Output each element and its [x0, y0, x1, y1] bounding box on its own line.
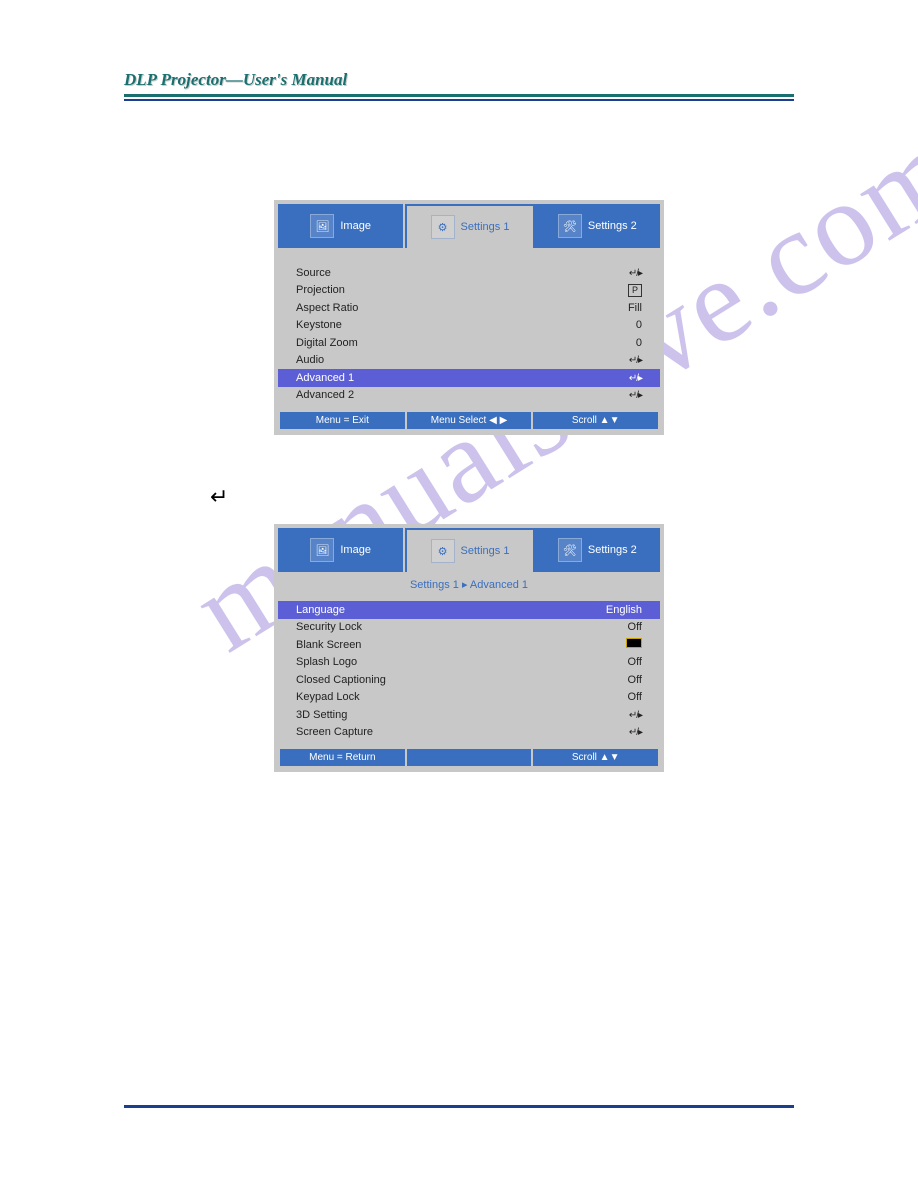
tab-settings1[interactable]: ⚙ Settings 1	[405, 528, 534, 572]
nav-menu-select[interactable]: Menu Select ◀ ▶	[407, 412, 532, 429]
menu-row-value: Off	[628, 621, 642, 633]
menu-row[interactable]: Digital Zoom 0	[278, 334, 660, 352]
menu-row[interactable]: Audio	[278, 352, 660, 370]
menu-row-value	[629, 372, 642, 384]
menu-row-label: Audio	[296, 354, 324, 366]
menu-row-label: Blank Screen	[296, 639, 361, 651]
tab-label: Image	[340, 220, 371, 232]
menu-row-value: 0	[636, 337, 642, 349]
menu-row[interactable]: Aspect Ratio Fill	[278, 299, 660, 317]
tab-settings1[interactable]: ⚙ Settings 1	[405, 204, 534, 248]
osd2-menu-list: Language English Security Lock Off Blank Scr…	[278, 595, 660, 749]
menu-row-value: Fill	[628, 302, 642, 314]
menu-row-label: Splash Logo	[296, 656, 357, 668]
tab-image[interactable]: 🖼 Image	[278, 204, 405, 248]
menu-row[interactable]: 3D Setting	[278, 706, 660, 724]
tab-label: Settings 1	[461, 545, 510, 557]
page-title: DLP Projector—User's Manual	[124, 70, 794, 94]
gear-icon: ⚙	[431, 539, 455, 563]
enter-arrow-icon: ↵	[210, 484, 228, 510]
image-icon: 🖼	[310, 538, 334, 562]
menu-row-label: Screen Capture	[296, 726, 373, 738]
menu-row[interactable]: Splash Logo Off	[278, 654, 660, 672]
menu-row[interactable]: Blank Screen	[278, 636, 660, 654]
tools-icon: 🛠	[558, 538, 582, 562]
menu-row[interactable]: Keystone 0	[278, 317, 660, 335]
tab-label: Settings 1	[461, 221, 510, 233]
osd1-menu-list: Source Projection P Aspect Ratio Fill Keyston…	[278, 248, 660, 412]
breadcrumb: Settings 1 ▸ Advanced 1	[278, 572, 660, 595]
menu-row-value	[629, 354, 642, 366]
nav-scroll[interactable]: Scroll ▲▼	[533, 412, 658, 429]
menu-row[interactable]: Closed Captioning Off	[278, 671, 660, 689]
menu-row-label: Keypad Lock	[296, 691, 360, 703]
osd-tabs: 🖼 Image ⚙ Settings 1 🛠 Settings 2	[278, 204, 660, 248]
tab-label: Settings 2	[588, 220, 637, 232]
menu-row-label: Security Lock	[296, 621, 362, 633]
menu-row-value: English	[606, 604, 642, 616]
tools-icon: 🛠	[558, 214, 582, 238]
menu-row-value	[629, 726, 642, 738]
menu-row[interactable]: Language English	[278, 601, 660, 619]
menu-row-label: Advanced 2	[296, 389, 354, 401]
menu-row-label: Digital Zoom	[296, 337, 358, 349]
tab-settings2[interactable]: 🛠 Settings 2	[535, 204, 660, 248]
page-header: DLP Projector—User's Manual	[124, 70, 794, 101]
menu-row-label: Keystone	[296, 319, 342, 331]
header-rule-2	[124, 99, 794, 101]
tab-label: Settings 2	[588, 544, 637, 556]
menu-row-value	[629, 267, 642, 279]
tab-image[interactable]: 🖼 Image	[278, 528, 405, 572]
image-icon: 🖼	[310, 214, 334, 238]
menu-row[interactable]: Advanced 2	[278, 387, 660, 405]
menu-row-value	[629, 389, 642, 401]
menu-row-value: P	[628, 284, 642, 297]
menu-row-label: Source	[296, 267, 331, 279]
menu-row-label: Aspect Ratio	[296, 302, 358, 314]
osd-menu-settings1: 🖼 Image ⚙ Settings 1 🛠 Settings 2 Source…	[274, 200, 664, 435]
header-rule-1	[124, 94, 794, 97]
menu-row-value	[626, 638, 642, 651]
tab-label: Image	[340, 544, 371, 556]
menu-row-value	[629, 709, 642, 721]
menu-row[interactable]: Security Lock Off	[278, 619, 660, 637]
nav-scroll[interactable]: Scroll ▲▼	[533, 749, 658, 766]
menu-row-label: Projection	[296, 284, 345, 296]
osd-menu-advanced1: 🖼 Image ⚙ Settings 1 🛠 Settings 2 Settin…	[274, 524, 664, 772]
menu-row[interactable]: Advanced 1	[278, 369, 660, 387]
menu-row-label: Advanced 1	[296, 372, 354, 384]
menu-row[interactable]: Keypad Lock Off	[278, 689, 660, 707]
menu-row-label: 3D Setting	[296, 709, 347, 721]
osd1-navbar: Menu = Exit Menu Select ◀ ▶ Scroll ▲▼	[278, 412, 660, 431]
footer-rule	[124, 1105, 794, 1108]
menu-row[interactable]: Screen Capture	[278, 724, 660, 742]
nav-empty	[407, 749, 532, 766]
menu-row[interactable]: Source	[278, 264, 660, 282]
osd2-navbar: Menu = Return Scroll ▲▼	[278, 749, 660, 768]
nav-exit[interactable]: Menu = Exit	[280, 412, 405, 429]
tab-settings2[interactable]: 🛠 Settings 2	[535, 528, 660, 572]
menu-row-value: 0	[636, 319, 642, 331]
menu-row-value: Off	[628, 691, 642, 703]
nav-return[interactable]: Menu = Return	[280, 749, 405, 766]
gear-icon: ⚙	[431, 215, 455, 239]
osd-tabs: 🖼 Image ⚙ Settings 1 🛠 Settings 2	[278, 528, 660, 572]
menu-row-value: Off	[628, 674, 642, 686]
menu-row-label: Closed Captioning	[296, 674, 386, 686]
menu-row[interactable]: Projection P	[278, 282, 660, 300]
menu-row-label: Language	[296, 604, 345, 616]
menu-row-value: Off	[628, 656, 642, 668]
